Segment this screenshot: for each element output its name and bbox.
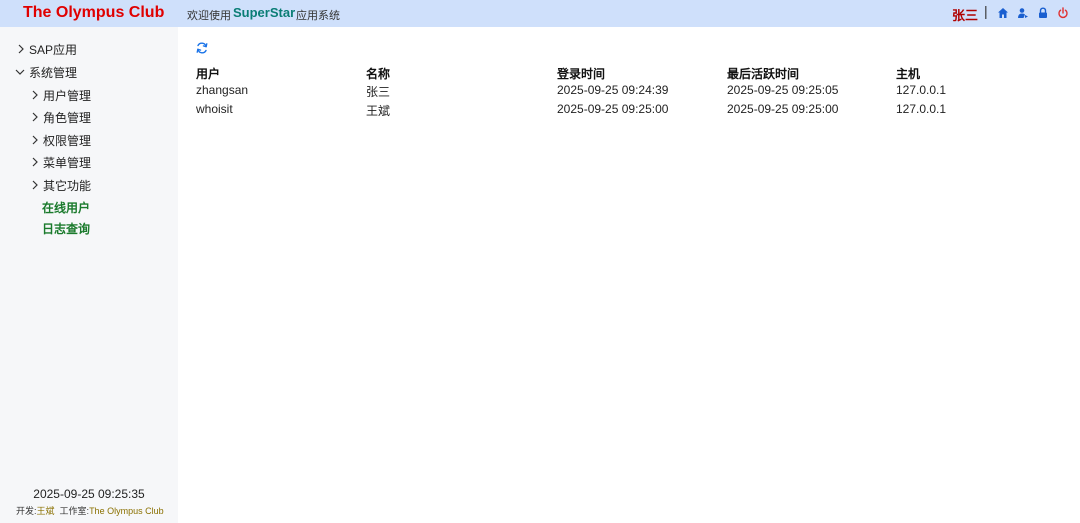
cell-last-active: 2025-09-25 09:25:00 xyxy=(727,102,839,116)
cell-name: 张三 xyxy=(366,85,391,99)
sidebar-item-label: 角色管理 xyxy=(43,110,92,125)
sidebar-item-label: 在线用户 xyxy=(42,200,91,215)
sidebar-item-log-query[interactable]: 日志查询 xyxy=(42,218,90,238)
cell-user: whoisit xyxy=(196,102,233,116)
sidebar-item-permission-management[interactable]: 权限管理 xyxy=(30,130,91,150)
cell-host: 127.0.0.1 xyxy=(896,102,947,116)
chevron-right-icon xyxy=(32,112,38,122)
chevron-right-icon xyxy=(32,157,38,167)
app-system-text: 应用系统 xyxy=(296,10,340,22)
current-username[interactable]: 张三 xyxy=(952,5,978,24)
studio-label: 工作室: xyxy=(59,506,90,516)
refresh-icon[interactable] xyxy=(195,41,209,55)
sidebar-item-menu-management[interactable]: 菜单管理 xyxy=(30,152,91,172)
sidebar-item-other-functions[interactable]: 其它功能 xyxy=(30,175,91,195)
cell-user: zhangsan xyxy=(196,83,249,97)
column-header-login-time: 登录时间 xyxy=(557,67,606,81)
developer-name: 王斌 xyxy=(36,506,55,516)
sidebar-item-label: 系统管理 xyxy=(29,65,78,80)
cell-last-active: 2025-09-25 09:25:05 xyxy=(727,83,839,97)
power-icon[interactable] xyxy=(1056,6,1070,20)
cell-host: 127.0.0.1 xyxy=(896,83,947,97)
home-icon[interactable] xyxy=(996,6,1010,20)
developer-credit: 开发:王斌 工作室:The Olympus Club xyxy=(16,504,164,517)
cell-name: 王斌 xyxy=(366,104,391,118)
chevron-right-icon xyxy=(32,135,38,145)
column-header-last-active: 最后活跃时间 xyxy=(727,67,800,81)
user-switch-icon[interactable] xyxy=(1016,6,1030,20)
sidebar-item-online-users[interactable]: 在线用户 xyxy=(42,197,90,217)
welcome-text: 欢迎使用 xyxy=(187,10,231,22)
sidebar-item-label: 日志查询 xyxy=(42,221,91,236)
sidebar-item-role-management[interactable]: 角色管理 xyxy=(30,107,91,127)
chevron-right-icon xyxy=(18,44,24,54)
developer-label: 开发: xyxy=(16,506,37,516)
studio-name: The Olympus Club xyxy=(89,506,164,516)
sidebar: SAP应用 系统管理 用户管理 角色管理 权限管理 菜单管理 其它功能 在线用户… xyxy=(0,27,178,523)
top-bar: The Olympus Club 欢迎使用 SuperStar 应用系统 张三 … xyxy=(0,0,1080,27)
product-name: SuperStar xyxy=(233,5,296,20)
sidebar-item-user-management[interactable]: 用户管理 xyxy=(30,85,91,105)
brand-title[interactable]: The Olympus Club xyxy=(23,4,164,22)
sidebar-item-label: 权限管理 xyxy=(43,133,92,148)
sidebar-datetime: 2025-09-25 09:25:35 xyxy=(33,487,145,501)
cell-login-time: 2025-09-25 09:24:39 xyxy=(557,83,669,97)
chevron-right-icon xyxy=(32,90,38,100)
chevron-right-icon xyxy=(32,180,38,190)
sidebar-item-label: SAP应用 xyxy=(29,42,78,57)
chevron-down-icon xyxy=(15,69,25,75)
column-header-user: 用户 xyxy=(196,67,221,81)
sidebar-item-label: 其它功能 xyxy=(43,178,92,193)
sidebar-item-label: 菜单管理 xyxy=(43,155,92,170)
column-header-name: 名称 xyxy=(366,67,391,81)
cell-login-time: 2025-09-25 09:25:00 xyxy=(557,102,669,116)
lock-icon[interactable] xyxy=(1036,6,1050,20)
sidebar-item-sap[interactable]: SAP应用 xyxy=(16,39,77,59)
sidebar-item-label: 用户管理 xyxy=(43,88,92,103)
sidebar-item-system-management[interactable]: 系统管理 xyxy=(14,62,77,82)
column-header-host: 主机 xyxy=(896,67,921,81)
header-separator: | xyxy=(984,3,988,19)
